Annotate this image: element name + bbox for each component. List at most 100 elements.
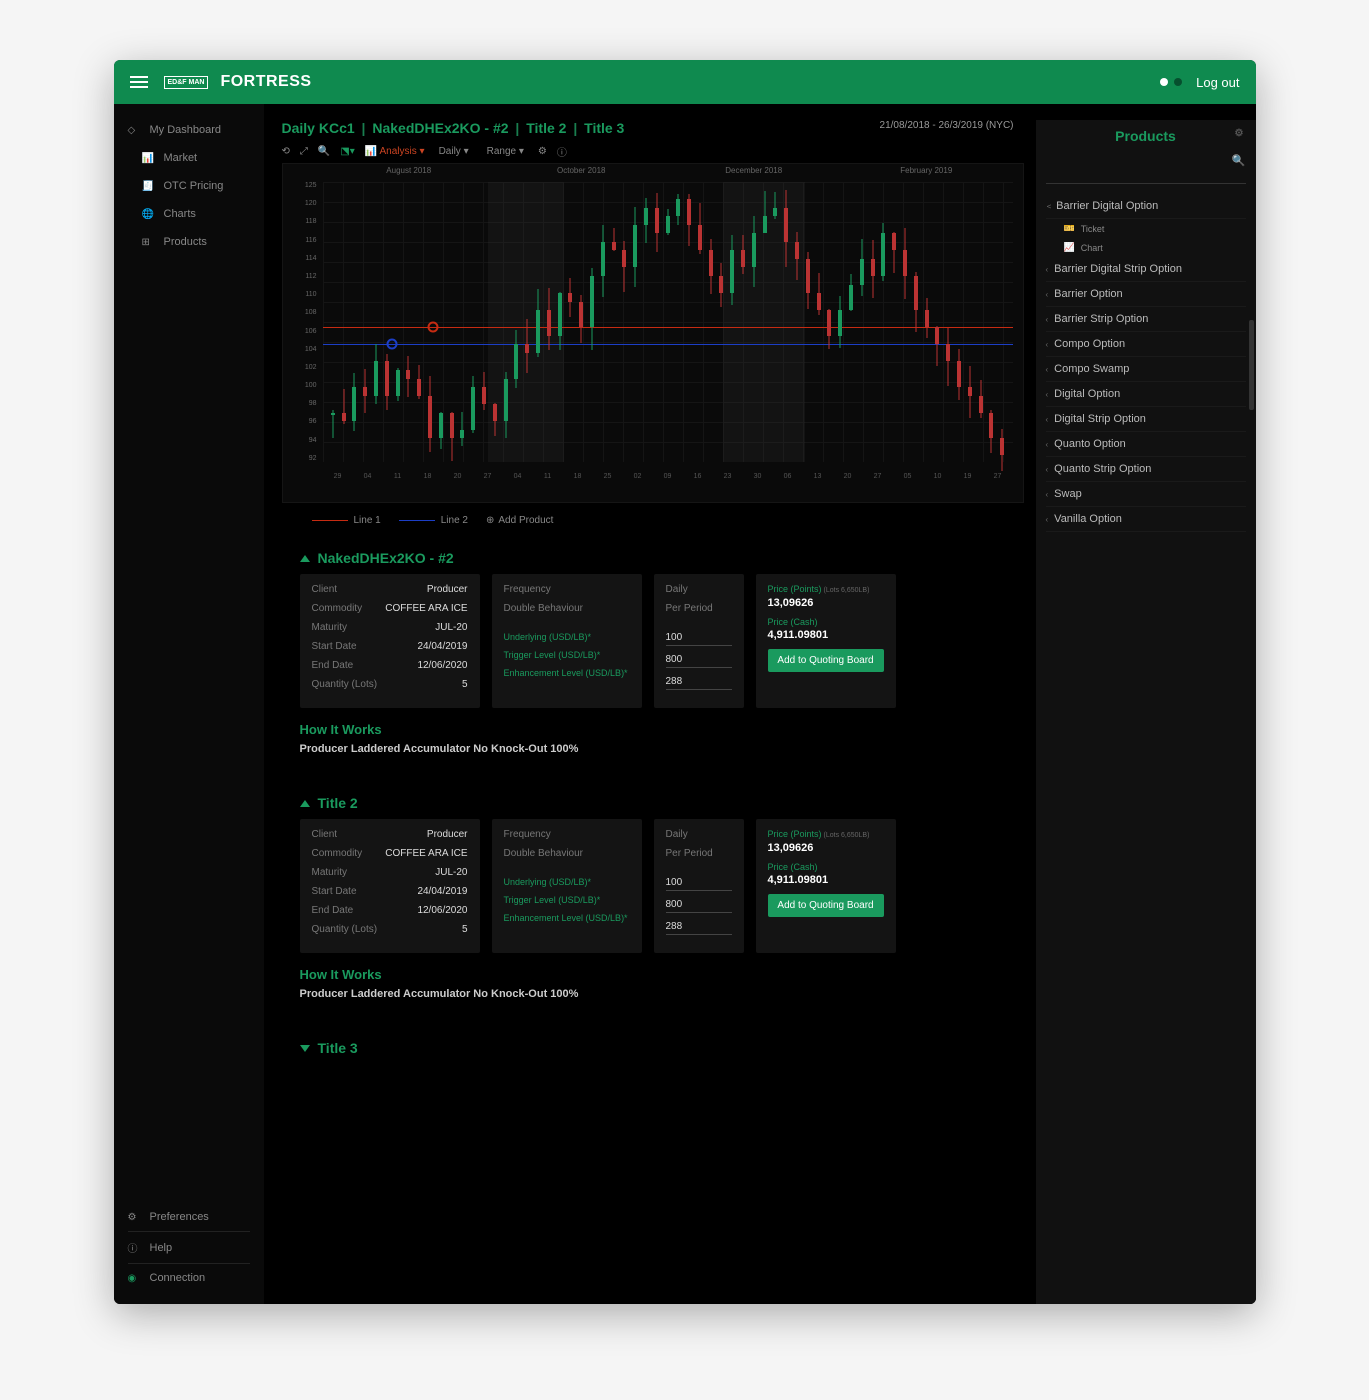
month-label: October 2018 bbox=[495, 166, 668, 175]
product-sub-label: Ticket bbox=[1081, 224, 1105, 234]
x-tick: 19 bbox=[953, 473, 983, 480]
section-toggle-1[interactable]: Title 2 bbox=[300, 795, 1024, 811]
breadcrumb-item[interactable]: Daily KCc1 bbox=[282, 120, 355, 136]
field-label: Double Behaviour bbox=[504, 603, 630, 614]
product-sub-chart[interactable]: 📈Chart bbox=[1046, 238, 1246, 257]
frequency-dropdown[interactable]: Daily ▾ bbox=[435, 144, 473, 159]
chevron-down-icon bbox=[300, 1045, 310, 1052]
product-item-compo-option[interactable]: ‹Compo Option bbox=[1046, 332, 1246, 357]
field-label: Quantity (Lots) bbox=[312, 924, 378, 935]
enhancement-input[interactable]: 288 bbox=[666, 921, 732, 935]
field-label: Client bbox=[312, 829, 338, 840]
chart-type-dropdown[interactable]: ⬔▾ bbox=[340, 146, 354, 157]
product-item-quanto-strip-option[interactable]: ‹Quanto Strip Option bbox=[1046, 457, 1246, 482]
sidebar-item-preferences[interactable]: ⚙ Preferences bbox=[114, 1203, 264, 1231]
product-item-barrier-digital-option[interactable]: ˅Barrier Digital Option bbox=[1046, 194, 1246, 219]
field-label: Commodity bbox=[312, 848, 363, 859]
maximize-icon[interactable]: ⤢ bbox=[300, 146, 308, 157]
legend-line1[interactable]: Line 1 bbox=[312, 515, 381, 526]
behaviour-card: FrequencyDouble BehaviourUnderlying (USD… bbox=[492, 574, 642, 708]
chart-icon: 📈 bbox=[1064, 242, 1075, 253]
refresh-icon[interactable]: ⟲ bbox=[282, 146, 290, 157]
breadcrumb-item[interactable]: Title 3 bbox=[584, 120, 624, 136]
sidebar-label: OTC Pricing bbox=[164, 180, 224, 192]
menu-button[interactable] bbox=[130, 76, 148, 88]
settings-icon[interactable]: ⚙ bbox=[538, 146, 547, 157]
logout-button[interactable]: Log out bbox=[1196, 75, 1239, 90]
product-item-barrier-option[interactable]: ‹Barrier Option bbox=[1046, 282, 1246, 307]
sidebar-item-help[interactable]: ⓘ Help bbox=[114, 1232, 264, 1263]
underlying-input[interactable]: 100 bbox=[666, 877, 732, 891]
info-icon: ⓘ bbox=[128, 1240, 140, 1255]
field-label: Start Date bbox=[312, 886, 357, 897]
field-value: 12/06/2020 bbox=[417, 905, 467, 916]
values-card: DailyPer Period100800288 bbox=[654, 819, 744, 953]
trigger-input[interactable]: 800 bbox=[666, 654, 732, 668]
price-points-value: 13,09626 bbox=[768, 597, 884, 609]
trigger-input[interactable]: 800 bbox=[666, 899, 732, 913]
breadcrumb-item[interactable]: Title 2 bbox=[526, 120, 566, 136]
zoom-icon[interactable]: 🔍 bbox=[318, 146, 330, 157]
sidebar-item-products[interactable]: ⊞Products bbox=[114, 228, 264, 256]
sidebar-item-market[interactable]: 📊Market bbox=[114, 144, 264, 172]
breadcrumb-item[interactable]: NakedDHEx2KO - #2 bbox=[372, 120, 508, 136]
month-label: February 2019 bbox=[840, 166, 1013, 175]
behaviour-card: FrequencyDouble BehaviourUnderlying (USD… bbox=[492, 819, 642, 953]
enhancement-input[interactable]: 288 bbox=[666, 676, 732, 690]
add-to-quoting-button[interactable]: Add to Quoting Board bbox=[768, 894, 884, 917]
info-icon[interactable]: ⓘ bbox=[557, 144, 567, 159]
y-tick: 108 bbox=[289, 309, 317, 316]
product-item-compo-swamp[interactable]: ‹Compo Swamp bbox=[1046, 357, 1246, 382]
products-search-input[interactable] bbox=[1046, 168, 1246, 179]
candlestick-chart[interactable]: August 2018October 2018December 2018Febr… bbox=[282, 163, 1024, 503]
products-settings-icon[interactable]: ⚙ bbox=[1235, 128, 1244, 139]
price-points-label: Price (Points) bbox=[768, 829, 822, 839]
field-value: Producer bbox=[427, 584, 468, 595]
field-value: 5 bbox=[462, 924, 468, 935]
sidebar-item-dashboard[interactable]: ◇ My Dashboard bbox=[114, 116, 264, 144]
section-toggle-0[interactable]: NakedDHEx2KO - #2 bbox=[300, 550, 1024, 566]
scrollbar[interactable] bbox=[1249, 320, 1254, 410]
plus-icon: ⊕ bbox=[486, 515, 494, 526]
user-icon: ◇ bbox=[128, 125, 140, 136]
sidebar-item-otc-pricing[interactable]: 🧾OTC Pricing bbox=[114, 172, 264, 200]
chevron-icon: ‹ bbox=[1046, 440, 1049, 449]
search-icon[interactable]: 🔍 bbox=[1232, 154, 1246, 167]
underlying-input[interactable]: 100 bbox=[666, 632, 732, 646]
add-to-quoting-button[interactable]: Add to Quoting Board bbox=[768, 649, 884, 672]
section-title-text: Title 2 bbox=[318, 795, 358, 811]
y-tick: 92 bbox=[289, 455, 317, 462]
price-cash-value: 4,911.09801 bbox=[768, 874, 884, 886]
price-points-value: 13,09626 bbox=[768, 842, 884, 854]
product-item-digital-strip-option[interactable]: ‹Digital Strip Option bbox=[1046, 407, 1246, 432]
product-item-quanto-option[interactable]: ‹Quanto Option bbox=[1046, 432, 1246, 457]
sidebar-label: Help bbox=[150, 1242, 173, 1254]
chart-toolbar: ⟲ ⤢ 🔍 ⬔▾ 📊 Analysis ▾ Daily ▾ Range ▾ ⚙ … bbox=[282, 144, 1024, 159]
section-toggle-2[interactable]: Title 3 bbox=[300, 1040, 1024, 1056]
analysis-dropdown[interactable]: 📊 Analysis ▾ bbox=[365, 146, 425, 157]
product-item-barrier-strip-option[interactable]: ‹Barrier Strip Option bbox=[1046, 307, 1246, 332]
product-item-vanilla-option[interactable]: ‹Vanilla Option bbox=[1046, 507, 1246, 532]
connection-icon: ◉ bbox=[128, 1273, 140, 1284]
x-tick: 16 bbox=[683, 473, 713, 480]
y-tick: 118 bbox=[289, 218, 317, 225]
section-title-text: Title 3 bbox=[318, 1040, 358, 1056]
x-tick: 11 bbox=[533, 473, 563, 480]
range-dropdown[interactable]: Range ▾ bbox=[483, 144, 528, 159]
x-tick: 11 bbox=[383, 473, 413, 480]
product-label: Digital Option bbox=[1054, 388, 1120, 400]
x-tick: 02 bbox=[623, 473, 653, 480]
how-it-works-desc: Producer Laddered Accumulator No Knock-O… bbox=[300, 988, 1024, 1000]
product-item-swap[interactable]: ‹Swap bbox=[1046, 482, 1246, 507]
sidebar-item-connection[interactable]: ◉ Connection bbox=[114, 1264, 264, 1292]
product-label: Digital Strip Option bbox=[1054, 413, 1146, 425]
chevron-icon: ‹ bbox=[1046, 340, 1049, 349]
product-item-digital-option[interactable]: ‹Digital Option bbox=[1046, 382, 1246, 407]
legend-line2[interactable]: Line 2 bbox=[399, 515, 468, 526]
sidebar-item-charts[interactable]: 🌐Charts bbox=[114, 200, 264, 228]
y-tick: 102 bbox=[289, 364, 317, 371]
add-product-button[interactable]: ⊕Add Product bbox=[486, 515, 553, 526]
product-item-barrier-digital-strip-option[interactable]: ‹Barrier Digital Strip Option bbox=[1046, 257, 1246, 282]
product-sub-ticket[interactable]: 🎫Ticket bbox=[1046, 219, 1246, 238]
top-bar: ED&F MAN FORTRESS Log out bbox=[114, 60, 1256, 104]
